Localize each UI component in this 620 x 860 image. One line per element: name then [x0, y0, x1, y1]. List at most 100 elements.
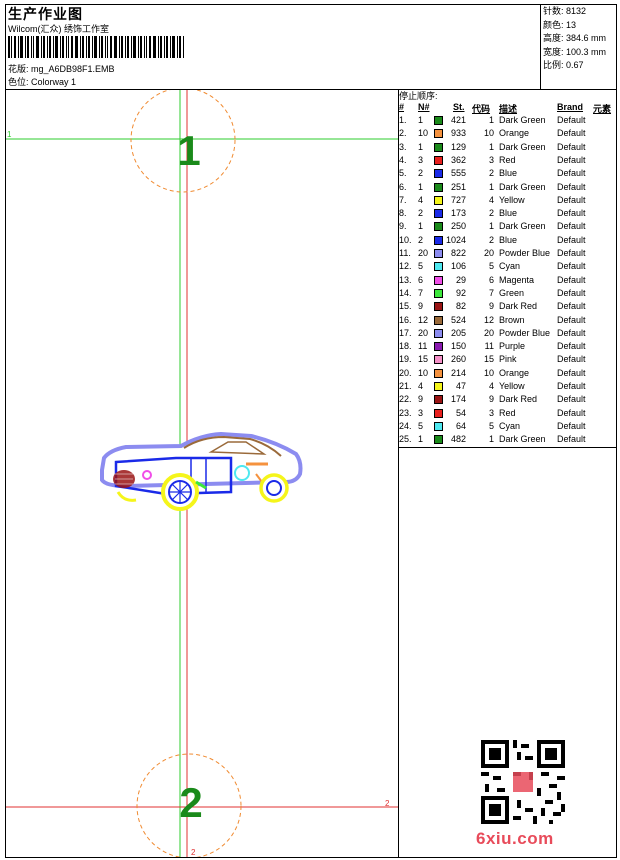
row-stitches: 260	[450, 354, 466, 365]
row-index: 20.	[399, 367, 412, 378]
row-needle: 9	[418, 394, 424, 405]
car-embroidery-icon	[100, 431, 303, 511]
row-stitches: 555	[450, 168, 466, 179]
header-code: 代码	[472, 104, 491, 114]
row-description: Purple	[499, 341, 526, 352]
row-stitches: 421	[450, 115, 466, 125]
row-code: 2	[488, 168, 494, 179]
table-row: 17. 20 205 20 Powder Blue Default	[399, 328, 617, 341]
row-stitches: 1024	[445, 234, 466, 245]
row-needle: 20	[418, 248, 429, 258]
watermark-logo: 6xiu.com	[476, 829, 554, 848]
row-stitches: 173	[450, 208, 466, 219]
row-code: 6	[488, 274, 494, 285]
table-row: 8. 2 173 2 Blue Default	[399, 208, 617, 221]
color-swatch	[434, 129, 443, 139]
row-needle: 4	[418, 194, 424, 205]
row-code: 9	[488, 301, 494, 312]
table-row: 18. 11 150 11 Purple Default	[399, 341, 617, 354]
table-row: 25. 1 482 1 Dark Green Default	[399, 434, 617, 447]
row-description: Blue	[499, 168, 518, 179]
row-code: 5	[488, 420, 494, 431]
row-code: 4	[488, 381, 494, 391]
row-code: 1	[488, 221, 494, 232]
color-swatch	[434, 355, 443, 365]
row-description: Dark Red	[499, 301, 538, 312]
design-preview: 1 2 1 2 2	[6, 90, 398, 857]
color-swatch	[434, 368, 443, 378]
table-row: 12. 5 106 5 Cyan Default	[399, 261, 617, 274]
row-stitches: 64	[455, 420, 466, 431]
row-description: Dark Green	[499, 115, 546, 125]
guide-label-bottom: 2	[191, 848, 196, 857]
row-needle: 5	[418, 420, 424, 431]
table-row: 13. 6 29 6 Magenta Default	[399, 275, 617, 288]
row-description: Cyan	[499, 261, 521, 272]
header-n: N#	[418, 102, 430, 112]
row-index: 11.	[399, 248, 411, 258]
row-index: 12.	[399, 261, 412, 272]
stitch-count: 针数: 8132	[543, 6, 587, 16]
table-row: 1. 1 421 1 Dark Green Default	[399, 115, 617, 128]
table-row: 14. 7 92 7 Green Default	[399, 288, 617, 301]
row-brand: Default	[557, 141, 586, 152]
row-needle: 11	[418, 341, 428, 352]
sequence-number-top: 1	[177, 127, 200, 174]
row-brand: Default	[557, 154, 586, 165]
color-swatch	[434, 275, 443, 285]
header-element: 元素	[593, 104, 612, 114]
row-index: 6.	[399, 181, 407, 192]
row-needle: 20	[418, 327, 429, 338]
table-row: 5. 2 555 2 Blue Default	[399, 168, 617, 181]
row-code: 12	[483, 314, 494, 325]
row-brand: Default	[557, 314, 586, 325]
row-index: 7.	[399, 194, 407, 205]
barcode	[8, 36, 184, 58]
row-needle: 15	[418, 354, 429, 365]
row-code: 5	[488, 261, 494, 272]
row-needle: 1	[418, 221, 424, 232]
row-brand: Default	[557, 301, 586, 312]
row-brand: Default	[557, 181, 586, 192]
row-index: 3.	[399, 141, 407, 152]
row-index: 18.	[399, 341, 412, 352]
row-stitches: 250	[450, 221, 466, 232]
row-description: Red	[499, 154, 516, 165]
row-brand: Default	[557, 194, 586, 205]
row-index: 5.	[399, 168, 407, 179]
table-row: 9. 1 250 1 Dark Green Default	[399, 221, 617, 234]
stop-sequence-title: 停止顺序:	[399, 91, 438, 101]
software-label: Wilcom(汇众) 绣饰工作室	[8, 24, 109, 34]
row-brand: Default	[557, 208, 586, 219]
stats-panel: 针数: 8132 颜色: 13 高度: 384.6 mm 宽度: 100.3 m…	[543, 5, 606, 73]
row-index: 19.	[399, 354, 412, 365]
color-swatch	[434, 116, 443, 125]
row-brand: Default	[557, 381, 586, 391]
row-stitches: 54	[455, 407, 466, 418]
row-needle: 3	[418, 154, 424, 165]
row-brand: Default	[557, 261, 586, 272]
row-brand: Default	[557, 115, 586, 125]
row-code: 4	[488, 194, 494, 205]
row-stitches: 174	[450, 394, 466, 405]
color-swatch	[434, 408, 443, 418]
row-stitches: 92	[455, 287, 466, 298]
row-description: Dark Green	[499, 221, 546, 232]
color-swatch	[434, 222, 443, 232]
table-row: 2. 10 933 10 Orange Default	[399, 128, 617, 141]
row-brand: Default	[557, 274, 586, 285]
row-description: Dark Green	[499, 181, 546, 192]
color-swatch	[434, 155, 443, 165]
row-needle: 4	[418, 381, 424, 391]
row-index: 1.	[399, 115, 407, 125]
row-code: 3	[488, 154, 494, 165]
row-brand: Default	[557, 128, 586, 139]
color-swatch	[434, 169, 443, 179]
row-code: 9	[488, 394, 494, 405]
row-brand: Default	[557, 434, 586, 445]
design-scale: 比例: 0.67	[543, 60, 584, 70]
stats-divider	[540, 4, 541, 90]
row-index: 9.	[399, 221, 407, 232]
header-num: #	[399, 102, 405, 112]
row-needle: 1	[418, 181, 424, 192]
